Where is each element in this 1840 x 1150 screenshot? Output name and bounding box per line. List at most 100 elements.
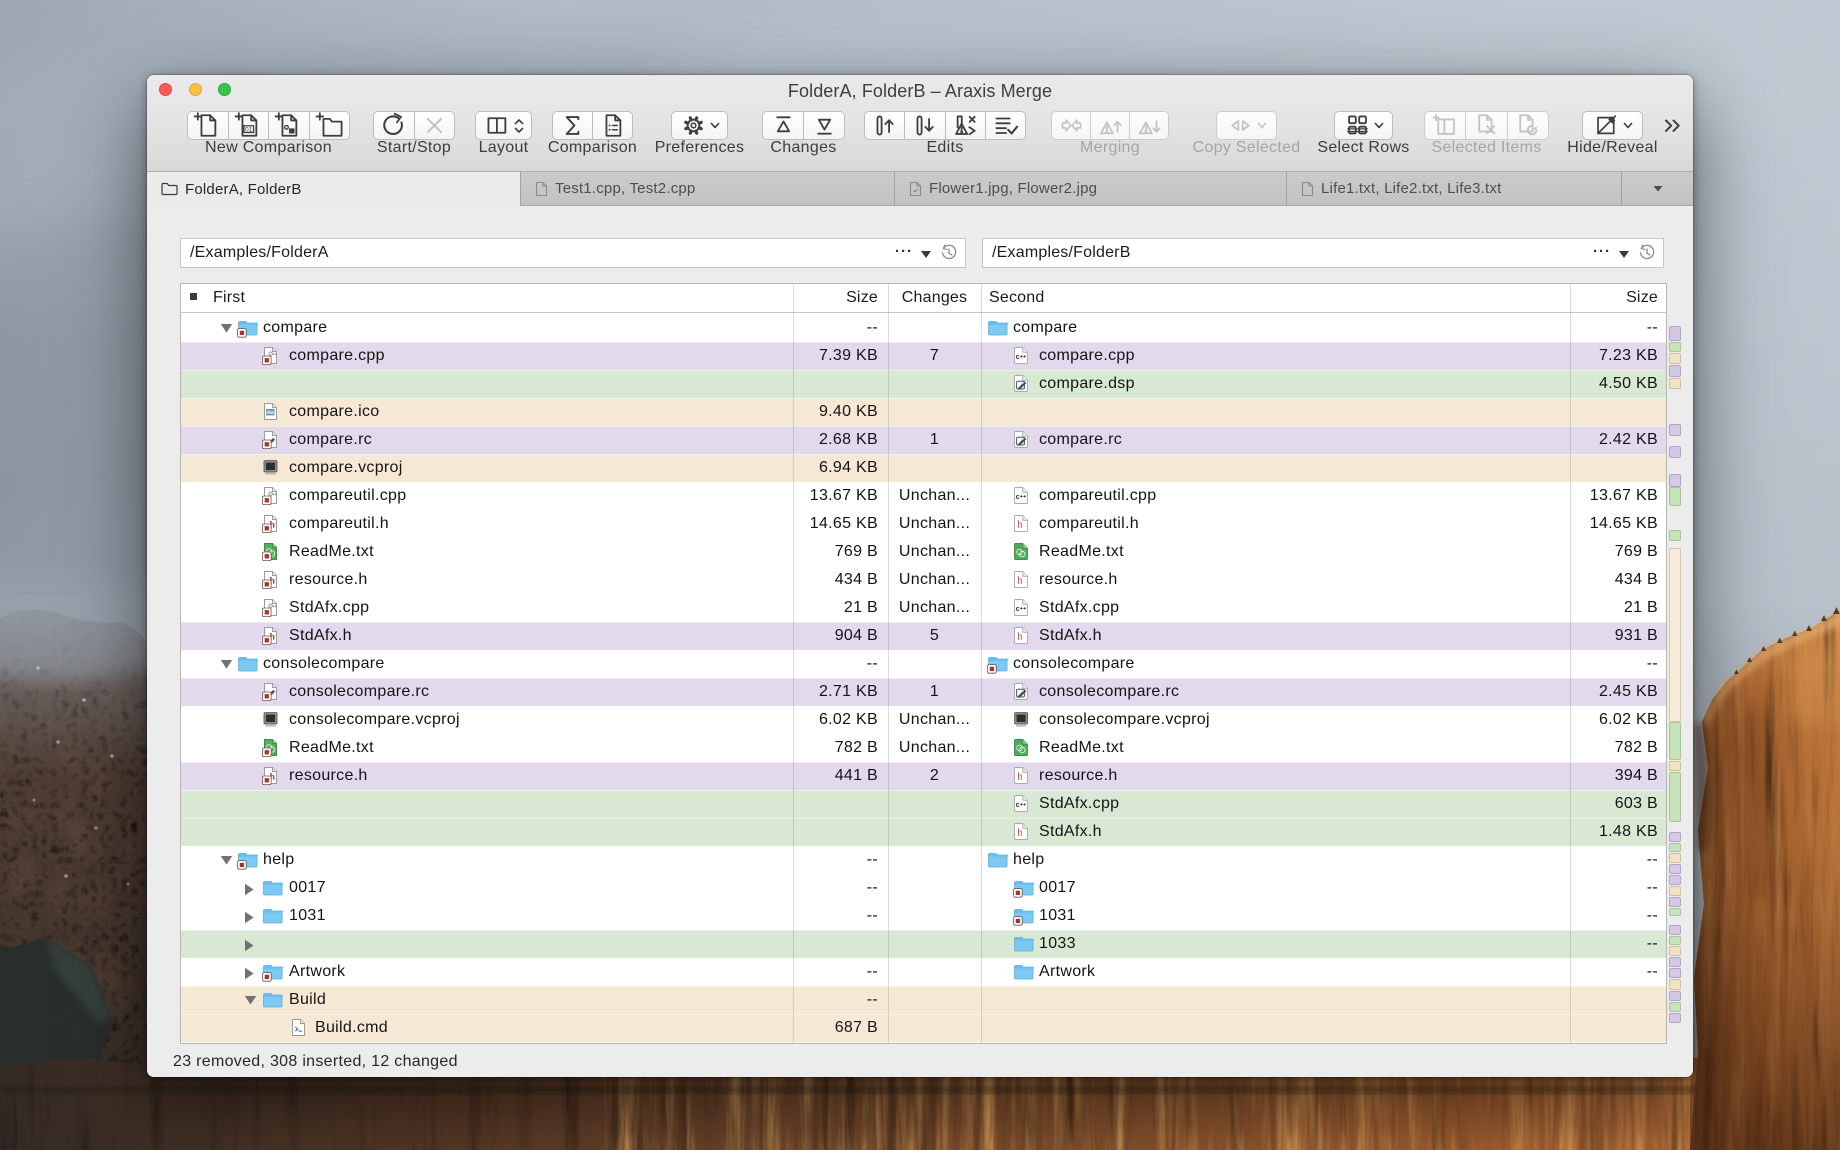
table-row[interactable]: hStdAfx.h1.48 KB <box>181 818 1666 846</box>
left-path-dropdown-icon[interactable] <box>921 251 931 258</box>
left-path-history-icon[interactable] <box>939 243 959 263</box>
change-map-block[interactable] <box>1669 487 1681 506</box>
select-column-button[interactable] <box>1424 111 1466 140</box>
right-path-history-icon[interactable] <box>1637 243 1657 263</box>
table-row[interactable]: StdAfx.cpp21 BUnchan...cStdAfx.cpp21 B <box>181 594 1666 622</box>
merge-warning-up-button[interactable] <box>1091 111 1130 140</box>
table-row[interactable]: ReadMe.txt782 BUnchan...ReadMe.txt782 B <box>181 734 1666 762</box>
new-binary-comparison-button[interactable]: 01 <box>229 111 270 140</box>
table-row[interactable]: Build.cmd687 B <box>181 1014 1666 1042</box>
table-row[interactable]: consolecompare.vcproj6.02 KBUnchan...con… <box>181 706 1666 734</box>
insert-before-button[interactable] <box>864 111 905 140</box>
insert-after-button[interactable] <box>905 111 945 140</box>
table-row[interactable]: Artwork--Artwork-- <box>181 958 1666 986</box>
disclosure-closed-icon[interactable] <box>244 939 254 952</box>
change-map-block[interactable] <box>1669 761 1681 771</box>
tab-flower1-jpg[interactable]: Flower1.jpg, Flower2.jpg <box>895 172 1287 206</box>
change-map-block[interactable] <box>1669 1002 1681 1012</box>
last-change-button[interactable] <box>804 111 845 140</box>
table-row[interactable]: help--help-- <box>181 846 1666 874</box>
table-row[interactable]: compare.rc2.68 KB1compare.rc2.42 KB <box>181 426 1666 454</box>
change-map-block[interactable] <box>1669 832 1681 842</box>
change-map-block[interactable] <box>1669 446 1681 458</box>
left-path-browse-dots[interactable]: ··· <box>895 238 913 266</box>
change-map-block[interactable] <box>1669 326 1681 341</box>
table-row[interactable]: hcompareutil.h14.65 KBUnchan...hcompareu… <box>181 510 1666 538</box>
comparison-report-button[interactable] <box>593 111 633 140</box>
change-map-block[interactable] <box>1669 968 1681 978</box>
table-row[interactable]: 1031--1031-- <box>181 902 1666 930</box>
hide-reveal-button[interactable] <box>1582 111 1643 140</box>
start-comparison-button[interactable] <box>373 111 415 140</box>
tab-foldera[interactable]: FolderA, FolderB <box>147 172 521 206</box>
new-folder-comparison-button[interactable] <box>310 111 351 140</box>
change-map-block[interactable] <box>1669 991 1681 1001</box>
table-row[interactable]: hStdAfx.h904 B5hStdAfx.h931 B <box>181 622 1666 650</box>
right-path-dropdown-icon[interactable] <box>1619 251 1629 258</box>
change-map-block[interactable] <box>1669 424 1681 436</box>
change-map-block[interactable] <box>1669 957 1681 967</box>
discard-edits-button[interactable] <box>946 111 986 140</box>
right-path-browse-dots[interactable]: ··· <box>1593 238 1611 266</box>
table-row[interactable]: compare.dsp4.50 KB <box>181 370 1666 398</box>
gear-button[interactable] <box>671 111 728 140</box>
tab-test1-cpp[interactable]: Test1.cpp, Test2.cpp <box>521 172 895 206</box>
disclosure-closed-icon[interactable] <box>244 911 254 924</box>
change-map-block[interactable] <box>1669 946 1681 956</box>
change-map-block[interactable] <box>1669 772 1681 822</box>
tab-overflow-button[interactable] <box>1622 172 1693 206</box>
remove-item-button[interactable] <box>1466 111 1507 140</box>
disclosure-closed-icon[interactable] <box>244 883 254 896</box>
new-text-comparison-button[interactable] <box>187 111 229 140</box>
change-map-block[interactable] <box>1669 722 1681 760</box>
column-header-second[interactable]: Second <box>989 289 1044 307</box>
column-header-first[interactable]: First <box>213 289 245 307</box>
left-folder-path-field[interactable]: /Examples/FolderA ··· <box>180 238 966 268</box>
change-map-block[interactable] <box>1669 548 1681 722</box>
change-map-block[interactable] <box>1669 897 1681 907</box>
merge-arrows-button[interactable] <box>1051 111 1091 140</box>
table-row[interactable]: hresource.h434 BUnchan...hresource.h434 … <box>181 566 1666 594</box>
change-map-block[interactable] <box>1669 378 1681 389</box>
select-rows-button[interactable] <box>1334 111 1393 140</box>
tab-life1-txt[interactable]: Life1.txt, Life2.txt, Life3.txt <box>1287 172 1622 206</box>
stop-comparison-button[interactable] <box>415 111 456 140</box>
row-type-column-icon[interactable] <box>189 292 198 301</box>
disclosure-closed-icon[interactable] <box>244 967 254 980</box>
table-row[interactable]: compare.vcproj6.94 KB <box>181 454 1666 482</box>
disclosure-open-icon[interactable] <box>220 659 233 669</box>
table-row[interactable]: 0017--0017-- <box>181 874 1666 902</box>
disclosure-open-icon[interactable] <box>244 995 257 1005</box>
change-map-block[interactable] <box>1669 474 1681 487</box>
change-map-block[interactable] <box>1669 365 1681 377</box>
merge-warning-down-button[interactable] <box>1130 111 1169 140</box>
right-folder-path-field[interactable]: /Examples/FolderB ··· <box>982 238 1664 268</box>
toolbar-overflow-button[interactable] <box>1663 118 1683 134</box>
table-row[interactable]: Build-- <box>181 986 1666 1014</box>
column-header-size-left[interactable]: Size <box>793 289 878 307</box>
table-row[interactable]: cStdAfx.cpp603 B <box>181 790 1666 818</box>
table-row[interactable]: hresource.h441 B2hresource.h394 B <box>181 762 1666 790</box>
table-row[interactable]: 1033-- <box>181 930 1666 958</box>
table-row[interactable]: compareutil.cpp13.67 KBUnchan...ccompare… <box>181 482 1666 510</box>
change-map-block[interactable] <box>1669 342 1681 352</box>
change-map-block[interactable] <box>1669 1013 1681 1023</box>
change-map-block[interactable] <box>1669 843 1681 852</box>
table-row[interactable]: compare--compare-- <box>181 314 1666 342</box>
first-change-button[interactable] <box>762 111 804 140</box>
change-map-block[interactable] <box>1669 875 1681 885</box>
disclosure-open-icon[interactable] <box>220 855 233 865</box>
table-row[interactable]: ReadMe.txt769 BUnchan...ReadMe.txt769 B <box>181 538 1666 566</box>
disclosure-open-icon[interactable] <box>220 323 233 333</box>
table-row[interactable]: consolecompare.rc2.71 KB1consolecompare.… <box>181 678 1666 706</box>
table-row[interactable]: compare.cpp7.39 KB7ccompare.cpp7.23 KB <box>181 342 1666 370</box>
column-header-size-right[interactable]: Size <box>1570 289 1658 307</box>
change-overview-strip[interactable] <box>1668 318 1684 1040</box>
change-map-block[interactable] <box>1669 853 1681 863</box>
change-map-block[interactable] <box>1669 886 1681 896</box>
table-row[interactable]: consolecompare--consolecompare-- <box>181 650 1666 678</box>
change-map-block[interactable] <box>1669 353 1681 364</box>
layout-columns-button[interactable] <box>475 111 532 140</box>
new-image-comparison-button[interactable] <box>269 111 310 140</box>
copy-selected-button[interactable] <box>1216 111 1277 140</box>
